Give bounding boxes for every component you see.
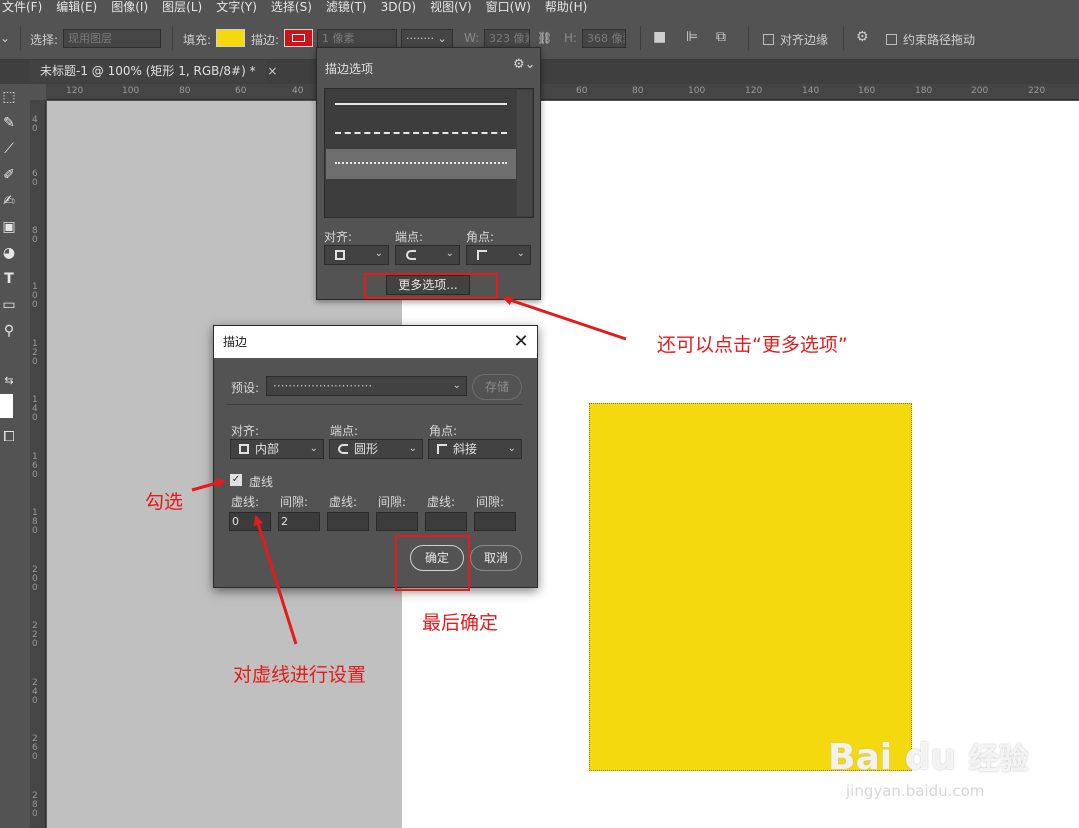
annotation-check: 勾选 bbox=[145, 491, 184, 513]
baidu-watermark-logo: Bai du 经验 bbox=[828, 734, 1029, 778]
arrow-to-dash-inputs bbox=[253, 515, 298, 645]
arrow-to-more-options bbox=[502, 295, 627, 341]
annotation-confirm: 最后确定 bbox=[422, 612, 499, 634]
watermark-url: jingyan.baidu.com bbox=[846, 782, 985, 800]
watermark-brand-cn: 经验 bbox=[968, 742, 1029, 777]
arrow-to-checkbox bbox=[191, 478, 226, 492]
annotation-more-options: 还可以点击“更多选项” bbox=[657, 334, 848, 356]
annotation-dash-settings: 对虚线进行设置 bbox=[233, 664, 367, 686]
annotation-arrows bbox=[191, 295, 627, 645]
watermark-brand: Bai du bbox=[828, 737, 957, 778]
